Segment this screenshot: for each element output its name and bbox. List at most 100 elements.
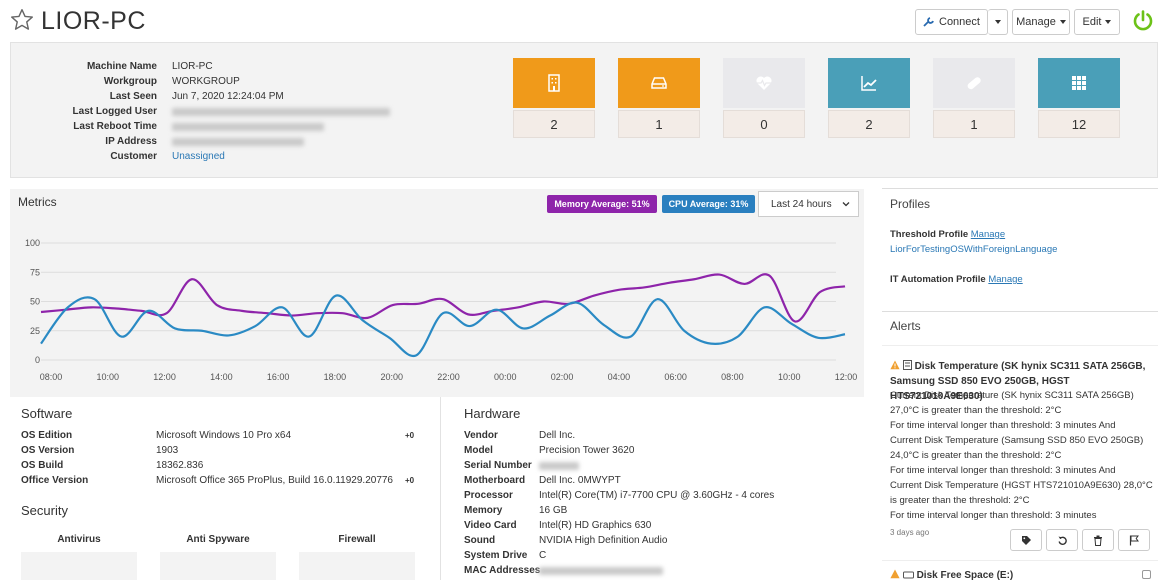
- reset-button[interactable]: [1046, 529, 1078, 551]
- grid-apps-icon: [1072, 76, 1086, 90]
- security-status-box: [21, 552, 137, 580]
- hardware-label: Motherboard: [464, 475, 526, 486]
- summary-tile[interactable]: 12: [1038, 58, 1120, 138]
- summary-tile[interactable]: 2: [828, 58, 910, 138]
- hardware-row: Vendor Dell Inc.: [464, 428, 864, 443]
- hardware-label: System Drive: [464, 550, 528, 561]
- hardware-label: Memory: [464, 505, 503, 516]
- delete-button[interactable]: [1082, 529, 1114, 551]
- info-row: Customer Unassigned: [11, 149, 511, 164]
- automation-profile-row: IT Automation Profile Manage: [890, 274, 1023, 285]
- tile-count: 0: [723, 110, 805, 138]
- summary-tile[interactable]: 1: [933, 58, 1015, 138]
- security-column-title: Anti Spyware: [186, 534, 250, 545]
- tag-button[interactable]: [1010, 529, 1042, 551]
- pill-icon: [967, 77, 981, 90]
- history-count-icon[interactable]: +0: [405, 473, 414, 488]
- trash-icon: [1094, 535, 1102, 546]
- redacted-value: [539, 567, 663, 575]
- drive-icon: [651, 77, 667, 89]
- favorite-star-icon[interactable]: [9, 7, 35, 33]
- summary-tile[interactable]: 2: [513, 58, 595, 138]
- hardware-row: Video Card Intel(R) HD Graphics 630: [464, 518, 864, 533]
- chevron-down-icon: [1105, 20, 1112, 24]
- metrics-title: Metrics: [18, 195, 57, 209]
- alert-detail-line: Current Disk Temperature (Samsung SSD 85…: [890, 435, 1144, 446]
- alert-detail-line: is greater than the threshold: 2°C: [890, 495, 1030, 506]
- software-label: OS Build: [21, 460, 64, 471]
- info-row: Last Seen Jun 7, 2020 12:24:04 PM: [11, 89, 511, 104]
- alert-detail-line: For time interval longer than threshold:…: [890, 465, 1116, 476]
- tile-header: [933, 58, 1015, 108]
- alert-title[interactable]: Disk Free Space (E:): [890, 569, 1013, 581]
- automation-manage-link[interactable]: Manage: [988, 274, 1022, 285]
- info-value: LIOR-PC: [172, 61, 213, 72]
- x-tick-label: 02:00: [551, 372, 574, 382]
- metrics-panel: Metrics Memory Average: 51% CPU Average:…: [10, 189, 864, 397]
- software-label: OS Version: [21, 445, 75, 456]
- software-label: Office Version: [21, 475, 89, 486]
- alert-title-text: Disk Free Space (E:): [916, 570, 1014, 581]
- undo-icon: [1058, 536, 1067, 545]
- hardware-label: Model: [464, 445, 493, 456]
- y-tick-label: 75: [30, 267, 40, 277]
- tile-count: 2: [513, 110, 595, 138]
- heartbeat-icon: [756, 76, 772, 90]
- software-label: OS Edition: [21, 430, 73, 441]
- redacted-value: [172, 108, 390, 116]
- tile-count: 1: [618, 110, 700, 138]
- connect-button[interactable]: Connect: [915, 9, 988, 35]
- tile-header: [828, 58, 910, 108]
- time-range-select[interactable]: Last 24 hours: [758, 191, 859, 217]
- x-tick-label: 18:00: [324, 372, 347, 382]
- info-row: Machine Name LIOR-PC: [11, 59, 511, 74]
- history-count-icon[interactable]: +0: [405, 428, 414, 443]
- hardware-value: C: [539, 550, 547, 561]
- drive-icon: [902, 571, 914, 579]
- hardware-label: Processor: [464, 490, 513, 501]
- power-icon[interactable]: [1131, 9, 1155, 33]
- tag-icon: [1021, 535, 1031, 545]
- info-label: Last Seen: [109, 91, 157, 102]
- tile-count: 1: [933, 110, 1015, 138]
- summary-tile[interactable]: 1: [618, 58, 700, 138]
- x-tick-label: 22:00: [437, 372, 460, 382]
- hardware-row: System Drive C: [464, 548, 864, 563]
- edit-label: Edit: [1082, 16, 1102, 28]
- memory-average-badge: Memory Average: 51%: [547, 195, 657, 213]
- y-tick-label: 50: [30, 297, 40, 307]
- x-tick-label: 08:00: [721, 372, 744, 382]
- security-title: Security: [21, 503, 68, 518]
- threshold-manage-link[interactable]: Manage: [971, 229, 1005, 240]
- threshold-profile-link[interactable]: LiorForTestingOSWithForeignLanguage: [890, 244, 1057, 255]
- tile-header: [1038, 58, 1120, 108]
- connect-dropdown-button[interactable]: [988, 9, 1008, 35]
- manage-label: Manage: [1016, 16, 1056, 28]
- cpu-average-badge: CPU Average: 31%: [662, 195, 755, 213]
- hardware-row: Sound NVIDIA High Definition Audio: [464, 533, 864, 548]
- hardware-value: Dell Inc.: [539, 430, 576, 441]
- hardware-row: Model Precision Tower 3620: [464, 443, 864, 458]
- manage-button[interactable]: Manage: [1012, 9, 1070, 35]
- chevron-down-icon: [994, 20, 1001, 24]
- alert-checkbox[interactable]: [1142, 570, 1151, 579]
- hardware-value: NVIDIA High Definition Audio: [539, 535, 668, 546]
- y-tick-label: 0: [35, 355, 40, 365]
- software-row: OS Version 1903: [21, 443, 421, 458]
- x-tick-label: 12:00: [153, 372, 176, 382]
- software-value: Microsoft Office 365 ProPlus, Build 16.0…: [156, 475, 393, 486]
- info-value[interactable]: Unassigned: [172, 149, 225, 164]
- summary-tile[interactable]: 0: [723, 58, 805, 138]
- software-row: OS Build 18362.836: [21, 458, 421, 473]
- hardware-value: Intel(R) HD Graphics 630: [539, 520, 652, 531]
- alert-detail-line: Current Disk Temperature (SK hynix SC311…: [890, 390, 1134, 401]
- info-label: IP Address: [105, 136, 157, 147]
- x-tick-label: 04:00: [608, 372, 631, 382]
- page-title: LIOR-PC: [41, 7, 146, 35]
- building-icon: [548, 74, 560, 92]
- software-title: Software: [21, 406, 73, 421]
- edit-button[interactable]: Edit: [1074, 9, 1120, 35]
- security-status-box: [299, 552, 415, 580]
- flag-button[interactable]: [1118, 529, 1150, 551]
- security-column-title: Antivirus: [57, 534, 101, 545]
